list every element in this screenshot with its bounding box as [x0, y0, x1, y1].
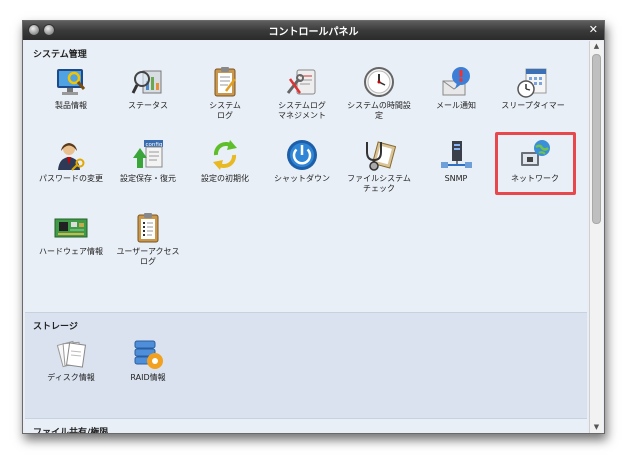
- item-config-save-restore[interactable]: config 設定保存・復元: [107, 138, 189, 184]
- item-label: ステータス: [128, 101, 168, 110]
- clock-icon: [362, 65, 396, 99]
- config-arrow-icon: config: [131, 138, 165, 172]
- item-system-log[interactable]: システム ログ: [184, 65, 266, 121]
- file-share-section: ファイル共有/権限: [25, 418, 587, 433]
- mail-bubble-icon: [439, 65, 473, 99]
- vertical-scrollbar[interactable]: ▲ ▼: [589, 41, 603, 433]
- scroll-thumb[interactable]: [592, 54, 601, 224]
- item-label: 設定保存・復元: [120, 174, 176, 183]
- item-label: RAID情報: [130, 373, 166, 382]
- calendar-clock-icon: [516, 65, 550, 99]
- clipboard-icon: [208, 65, 242, 99]
- item-label: 製品情報: [55, 101, 87, 110]
- raid-stack-icon: [131, 337, 165, 371]
- globe-network-icon: [518, 138, 552, 172]
- tools-clipboard-icon: [285, 65, 319, 99]
- power-icon: [285, 138, 319, 172]
- control-panel-window: コントロールパネル ✕ システム管理 製品情報 ステータス システム ログ シス…: [22, 20, 605, 434]
- item-password-change[interactable]: パスワードの変更: [30, 138, 112, 184]
- item-mail-notify[interactable]: メール通知: [415, 65, 497, 111]
- monitor-magnifier-icon: [54, 65, 88, 99]
- item-label: システムログ マネジメント: [278, 101, 326, 120]
- magnifier-chart-icon: [131, 65, 165, 99]
- item-label: ネットワーク: [511, 174, 559, 183]
- item-label: システムの時間設 定: [347, 101, 411, 120]
- clipboard-list-icon: [131, 211, 165, 245]
- user-key-icon: [54, 138, 88, 172]
- disk-papers-icon: [54, 337, 88, 371]
- section-header-system: システム管理: [33, 50, 87, 60]
- minimize-button[interactable]: [28, 24, 40, 36]
- item-label: ハードウェア情報: [39, 247, 103, 256]
- item-raid-info[interactable]: RAID情報: [107, 337, 189, 383]
- item-label: スリープタイマー: [501, 101, 565, 110]
- item-product-info[interactable]: 製品情報: [30, 65, 112, 111]
- item-label: 設定の初期化: [201, 174, 249, 183]
- section-header-storage: ストレージ: [33, 322, 78, 332]
- close-button[interactable]: ✕: [589, 23, 598, 36]
- item-sleep-timer[interactable]: スリープタイマー: [492, 65, 574, 111]
- system-section: システム管理 製品情報 ステータス システム ログ システムログ マネジメント …: [25, 41, 587, 312]
- item-network[interactable]: ネットワーク: [494, 138, 576, 184]
- item-label: シャットダウン: [274, 174, 330, 183]
- scroll-down-icon[interactable]: ▼: [590, 422, 603, 433]
- server-network-icon: [439, 138, 473, 172]
- panel-content: システム管理 製品情報 ステータス システム ログ システムログ マネジメント …: [25, 41, 587, 433]
- item-label: メール通知: [436, 101, 476, 110]
- item-log-management[interactable]: システムログ マネジメント: [261, 65, 343, 121]
- item-label: システム ログ: [209, 101, 241, 120]
- item-disk-info[interactable]: ディスク情報: [30, 337, 112, 383]
- refresh-arrows-icon: [208, 138, 242, 172]
- item-user-access-log[interactable]: ユーザーアクセス ログ: [107, 211, 189, 267]
- stethoscope-icon: [362, 138, 397, 172]
- circuit-board-icon: [54, 211, 88, 245]
- item-status[interactable]: ステータス: [107, 65, 189, 111]
- item-label: ディスク情報: [47, 373, 95, 382]
- item-label: ユーザーアクセス ログ: [116, 247, 180, 266]
- section-header-share: ファイル共有/権限: [33, 428, 109, 433]
- window-title: コントロールパネル: [268, 27, 359, 38]
- item-shutdown[interactable]: シャットダウン: [261, 138, 343, 184]
- item-hardware-info[interactable]: ハードウェア情報: [30, 211, 112, 257]
- item-label: ファイルシステム チェック: [347, 174, 411, 193]
- item-time-setting[interactable]: システムの時間設 定: [338, 65, 420, 121]
- storage-section: ストレージ ディスク情報 RAID情報: [25, 312, 587, 418]
- item-factory-reset[interactable]: 設定の初期化: [184, 138, 266, 184]
- item-label: パスワードの変更: [39, 174, 103, 183]
- title-bar[interactable]: コントロールパネル ✕: [23, 21, 604, 40]
- item-label: SNMP: [444, 174, 468, 183]
- scroll-up-icon[interactable]: ▲: [590, 41, 603, 52]
- item-filesystem-check[interactable]: ファイルシステム チェック: [338, 138, 420, 194]
- maximize-button[interactable]: [43, 24, 55, 36]
- item-snmp[interactable]: SNMP: [415, 138, 497, 184]
